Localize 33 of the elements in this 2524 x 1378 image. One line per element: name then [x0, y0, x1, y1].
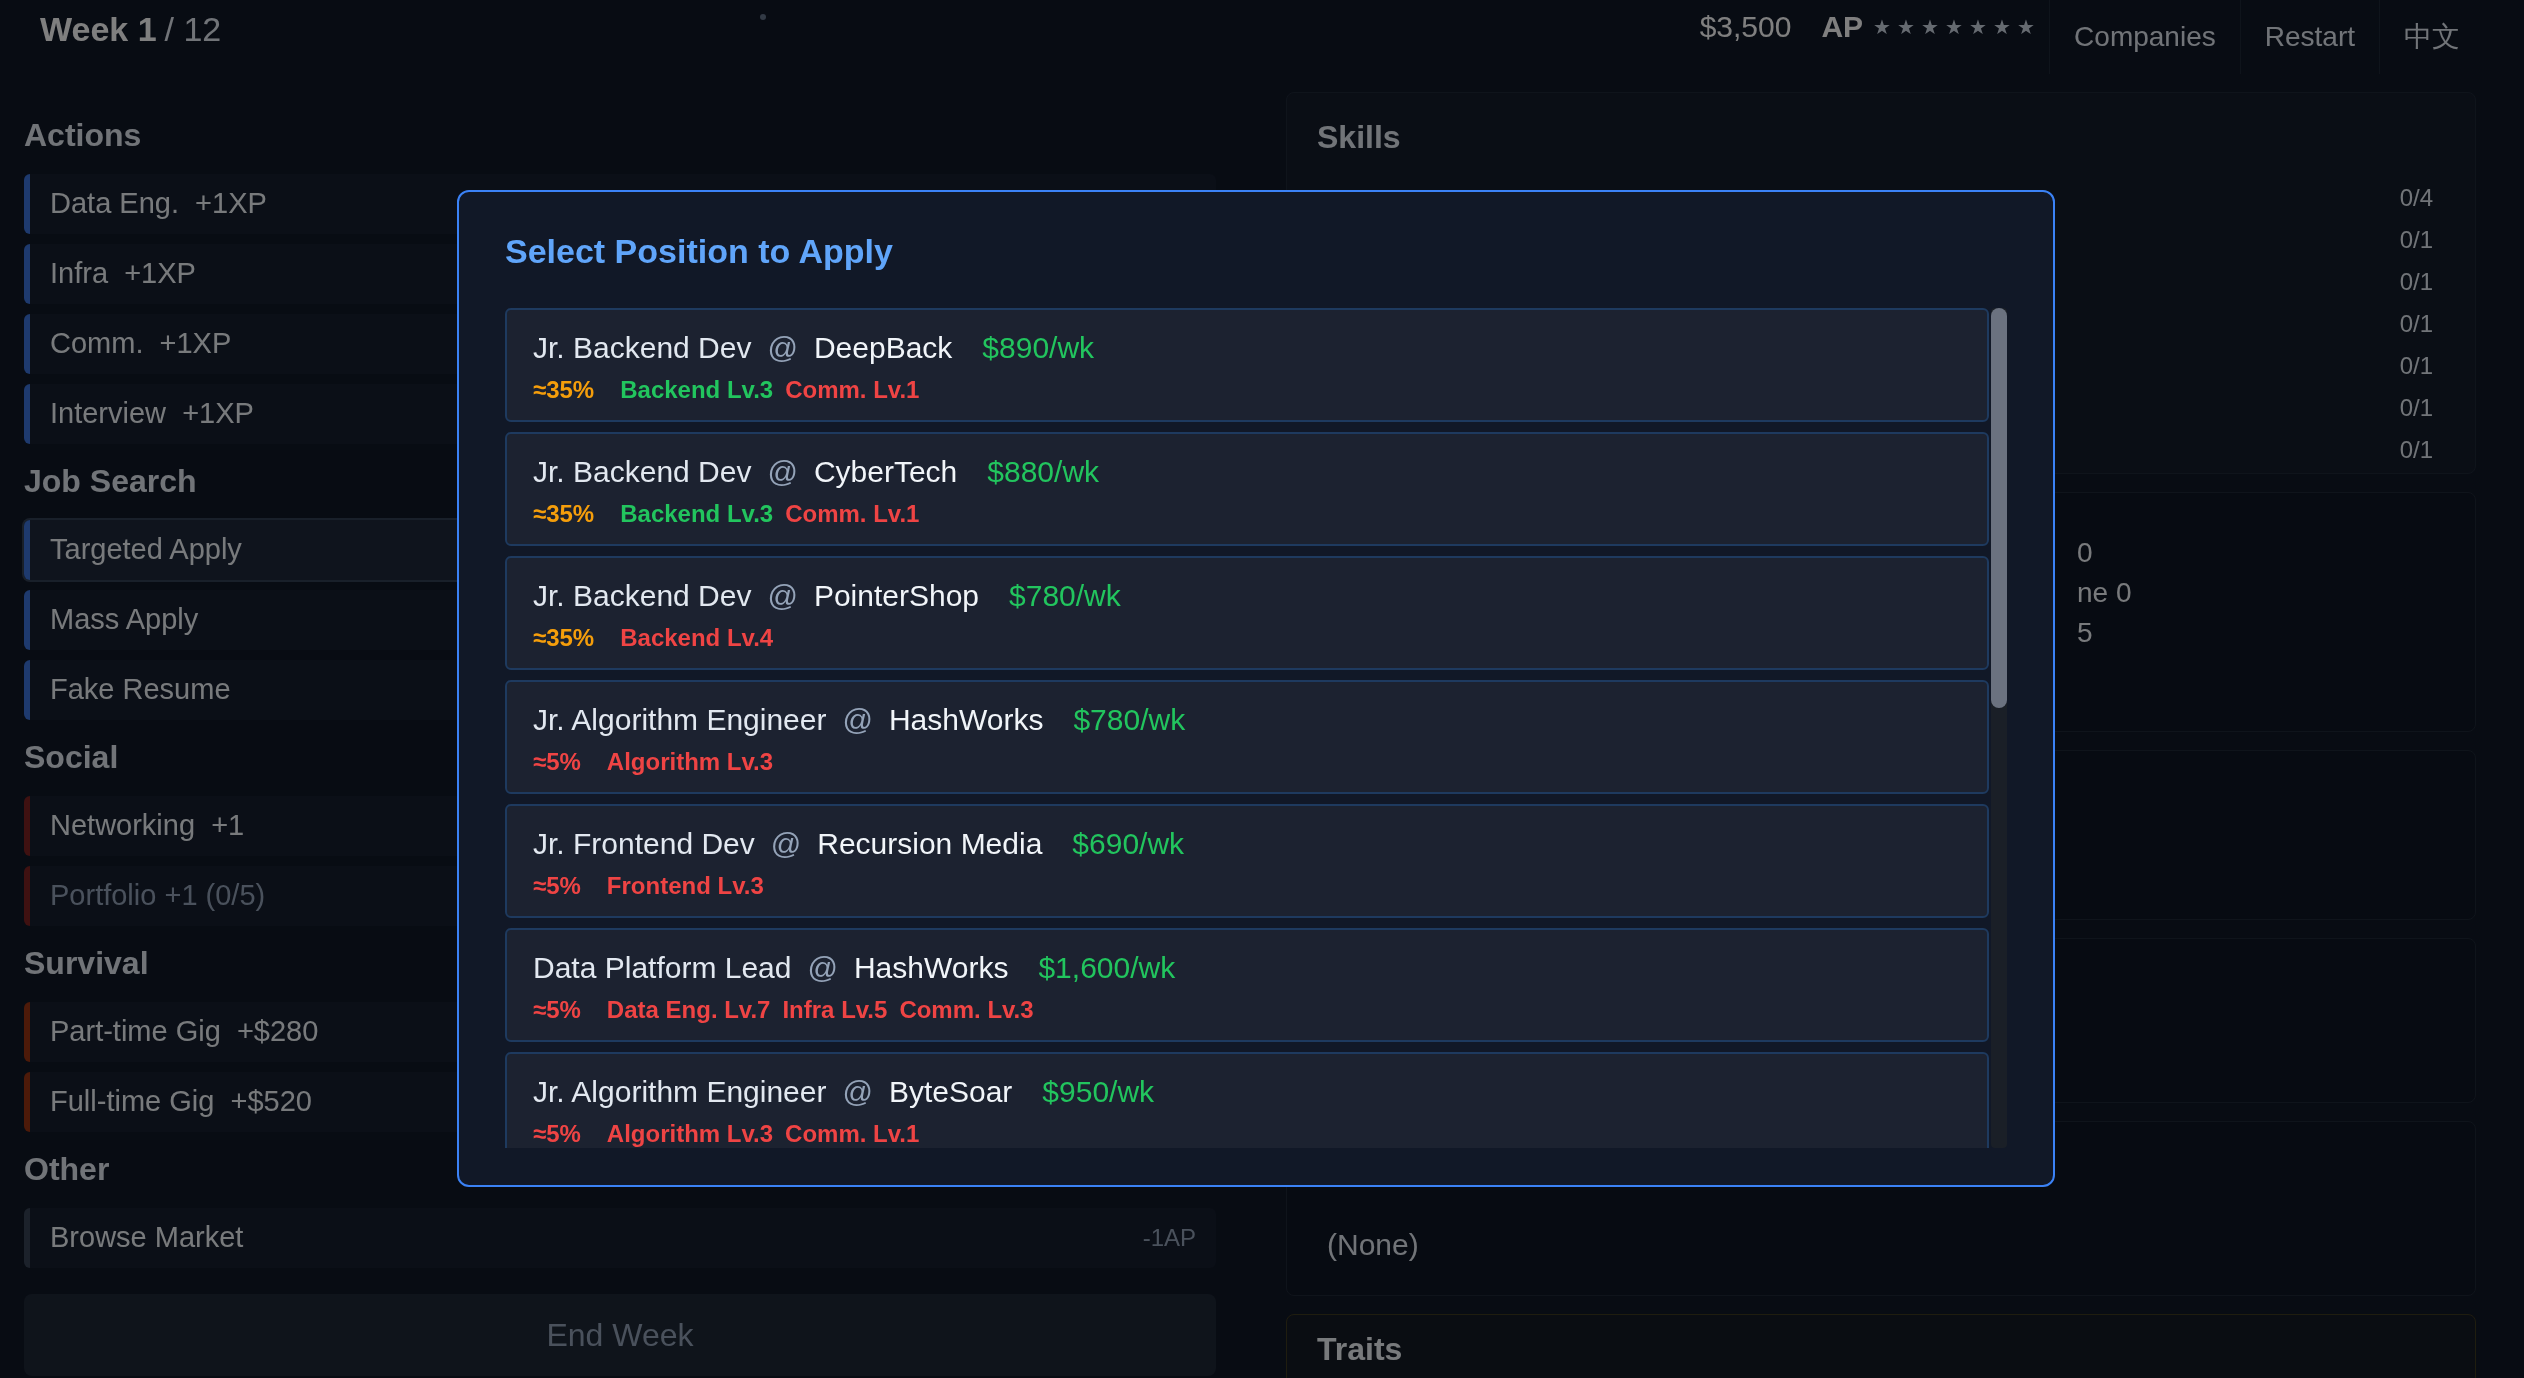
skill-count: 0/1 [2399, 351, 2433, 381]
section-heading: Other [24, 1150, 110, 1189]
week-total: / 12 [164, 9, 222, 50]
position-card[interactable]: Jr. Backend Dev @ PointerShop $780/wk ≈35% Backend Lv.4 [505, 556, 1989, 670]
section-heading: Job Search [24, 462, 197, 501]
action-button[interactable]: Browse Market -1AP [24, 1208, 1216, 1268]
skill-count: 0/1 [2399, 267, 2433, 297]
position-card[interactable]: Jr. Backend Dev @ DeepBack $890/wk ≈35% Backend Lv.3 Comm. Lv.1 [505, 308, 1989, 422]
skill-count: 0/1 [2399, 225, 2433, 255]
position-card[interactable]: Jr. Frontend Dev @ Recursion Media $690/wk ≈5% Frontend Lv.3 [505, 804, 1989, 918]
panel-title: Skills [1317, 118, 1401, 157]
section-heading: Survival [24, 944, 149, 983]
skill-count: 0/1 [2399, 309, 2433, 339]
stat-text: 0 [2077, 536, 2093, 570]
skill-count: 0/1 [2399, 435, 2433, 465]
panel-title: Traits [1317, 1331, 1403, 1367]
week-counter: Week 1 [40, 9, 157, 50]
position-card[interactable]: Jr. Algorithm Engineer @ HashWorks $780/wk ≈5% Algorithm Lv.3 [505, 680, 1989, 794]
skill-count: 0/1 [2399, 393, 2433, 423]
position-card[interactable]: Jr. Backend Dev @ CyberTech $880/wk ≈35% Backend Lv.3 Comm. Lv.1 [505, 432, 1989, 546]
empty-text: (None) [1327, 1228, 1419, 1261]
modal-title: Select Position to Apply [505, 231, 893, 272]
position-card[interactable]: Jr. Algorithm Engineer @ ByteSoar $950/wk ≈5% Algorithm Lv.3 Comm. Lv.1 [505, 1052, 1989, 1148]
scrollbar-thumb[interactable] [1991, 308, 2007, 708]
stat-text: 5 [2077, 616, 2093, 650]
section-heading: Social [24, 738, 119, 777]
ap-stars: ★ ★ ★ ★ ★ ★ ★ [1873, 15, 2036, 40]
section-heading: Actions [24, 116, 142, 155]
stat-text: ne 0 [2077, 576, 2132, 610]
position-card[interactable]: Data Platform Lead @ HashWorks $1,600/wk ≈5% Data Eng. Lv.7 Infra Lv.5 Comm. Lv.3 [505, 928, 1989, 1042]
skill-count: 0/4 [2399, 183, 2433, 213]
ap-label: AP [1821, 9, 1864, 45]
money-amount: $3,500 [1699, 9, 1792, 45]
